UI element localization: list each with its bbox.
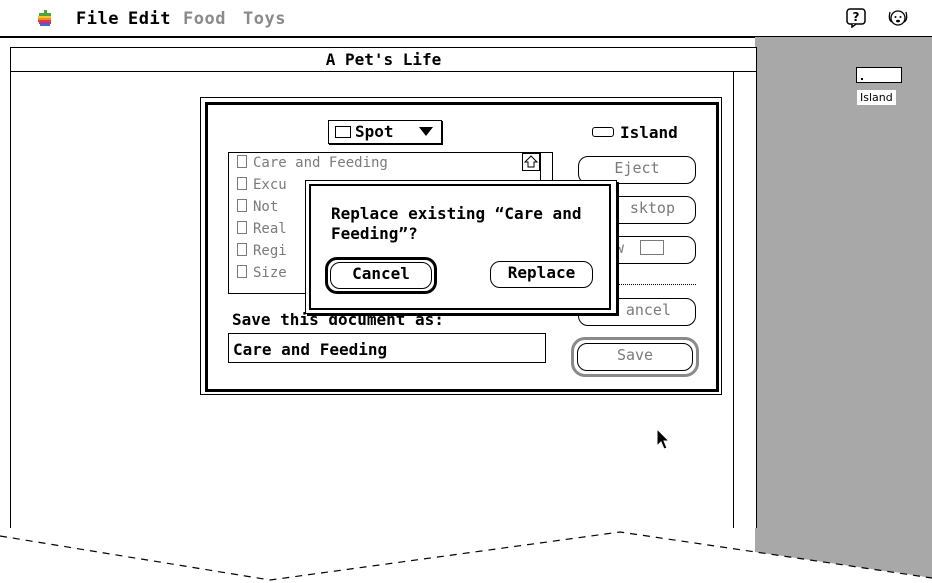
torn-edge <box>0 528 932 583</box>
disk-label[interactable]: Island <box>857 90 896 105</box>
window-scrollbar[interactable] <box>733 72 734 568</box>
menu-file[interactable]: File <box>76 9 119 29</box>
list-item[interactable]: Care and Feeding <box>237 155 388 171</box>
replace-button[interactable]: Replace <box>490 261 593 288</box>
folder-popup-label: Spot <box>355 122 394 141</box>
scroll-up-arrow-icon[interactable] <box>522 153 540 171</box>
menu-toys[interactable]: Toys <box>243 9 286 29</box>
document-icon <box>237 199 247 212</box>
window-title: A Pet's Life <box>325 50 442 69</box>
menu-food[interactable]: Food <box>183 9 226 29</box>
list-item[interactable]: Size <box>237 265 287 281</box>
disk-small-icon <box>592 127 614 137</box>
folder-icon <box>640 240 665 255</box>
document-icon <box>237 243 247 256</box>
chevron-down-icon <box>419 127 433 136</box>
volume-name: Island <box>620 123 678 142</box>
help-icon[interactable]: ? <box>846 8 866 28</box>
apple-icon[interactable] <box>38 10 52 26</box>
list-item[interactable]: Real <box>237 221 287 237</box>
svg-text:?: ? <box>853 10 860 24</box>
disk-icon[interactable] <box>856 67 902 83</box>
list-item[interactable]: Not <box>237 199 278 215</box>
dog-icon[interactable] <box>886 6 910 30</box>
list-item[interactable]: Regi <box>237 243 287 259</box>
alert-message: Replace existing “Care and Feeding”? <box>331 204 582 243</box>
document-icon <box>237 177 247 190</box>
folder-icon <box>335 126 351 138</box>
document-icon <box>237 155 247 168</box>
list-item[interactable]: Excu <box>237 177 287 193</box>
menu-bar: File Edit Food Toys ? <box>0 0 932 38</box>
desktop-area <box>755 37 932 583</box>
document-icon <box>237 265 247 278</box>
window-titlebar[interactable]: A Pet's Life <box>11 48 756 72</box>
document-icon <box>237 221 247 234</box>
menu-edit[interactable]: Edit <box>128 9 171 29</box>
filename-field[interactable]: Care and Feeding <box>228 333 546 363</box>
pointer-cursor-icon <box>656 428 671 450</box>
alert-cancel-button[interactable]: Cancel <box>330 262 432 289</box>
volume-label: Island <box>592 123 678 142</box>
folder-popup[interactable]: Spot <box>328 120 442 144</box>
save-button[interactable]: Save <box>577 343 693 371</box>
